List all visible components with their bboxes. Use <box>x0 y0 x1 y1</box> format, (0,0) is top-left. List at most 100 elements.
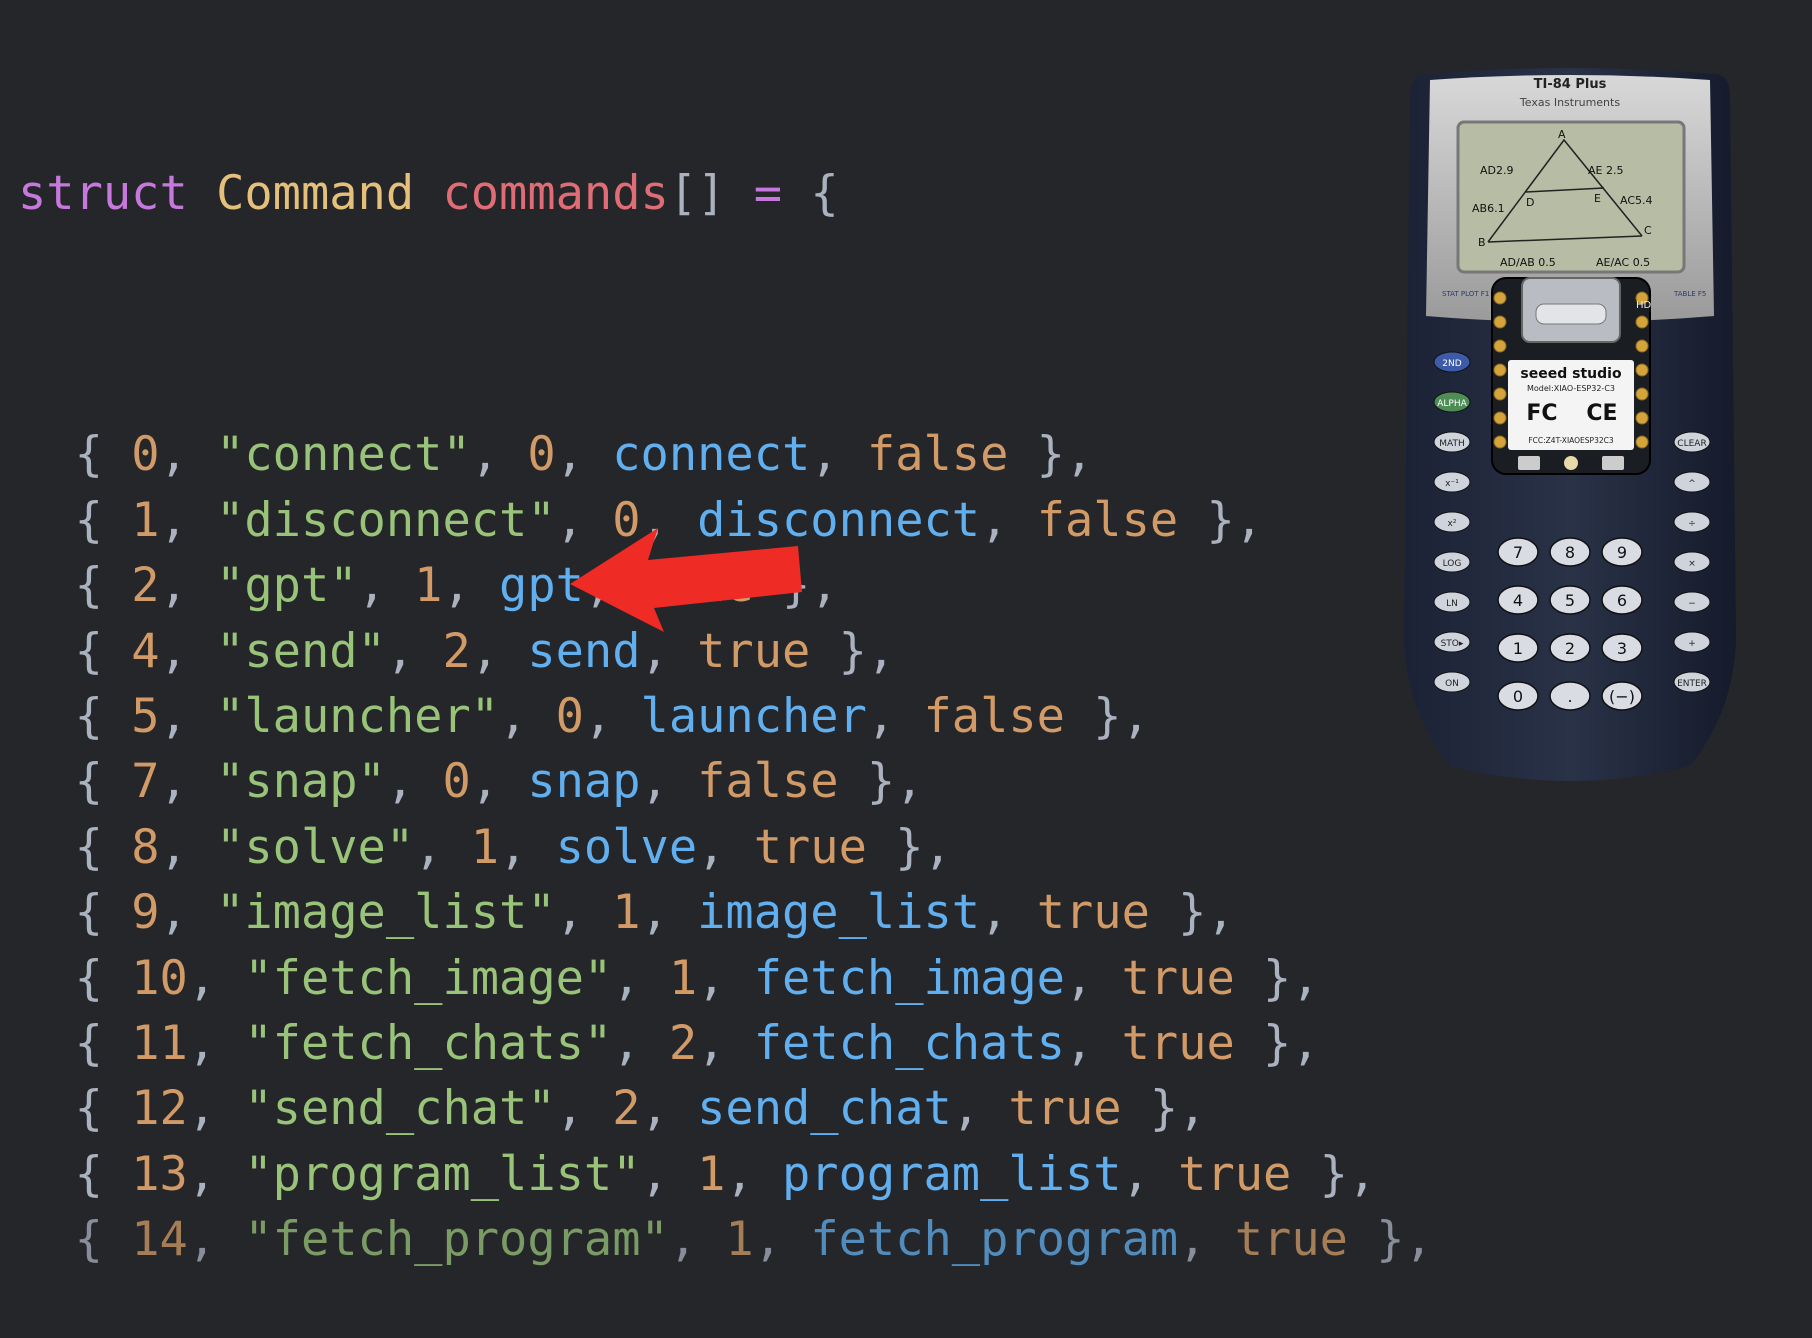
command-handler: program_list <box>782 1146 1122 1202</box>
command-id: 9 <box>131 885 160 941</box>
command-name: "gpt" <box>216 558 358 614</box>
code-punctuation: , <box>555 885 613 941</box>
code-punctuation: , <box>470 427 528 483</box>
command-name: "fetch_image" <box>244 950 613 1006</box>
gpio-pad <box>1493 291 1507 305</box>
lcd-label: AD2.9 <box>1480 164 1514 177</box>
code-punctuation: , <box>583 688 641 744</box>
code-punctuation: , <box>725 1146 783 1202</box>
command-name: "disconnect" <box>216 492 556 548</box>
code-punctuation: , <box>612 950 669 1006</box>
side-key-label: ÷ <box>1688 519 1696 529</box>
code-punctuation: , <box>640 1146 698 1202</box>
command-row: { 14, "fetch_program", 1, fetch_program,… <box>18 1207 1433 1272</box>
code-punctuation: , <box>499 688 556 744</box>
code-punctuation: , <box>810 427 867 483</box>
code-punctuation: , <box>470 623 528 679</box>
command-id: 0 <box>131 427 160 483</box>
code-punctuation: { <box>18 1146 132 1202</box>
command-row: { 11, "fetch_chats", 2, fetch_chats, tru… <box>18 1011 1433 1076</box>
keyword-struct: struct <box>18 165 188 221</box>
command-args: 1 <box>725 1212 754 1268</box>
command-row: { 12, "send_chat", 2, send_chat, true }, <box>18 1076 1433 1141</box>
number-key-label: 4 <box>1513 591 1523 610</box>
command-handler: send_chat <box>697 1081 952 1137</box>
code-punctuation: { <box>18 1212 132 1268</box>
code-punctuation: , <box>951 1081 1009 1137</box>
code-punctuation: , <box>159 688 217 744</box>
code-punctuation: , <box>1064 950 1122 1006</box>
code-punctuation: , <box>159 427 217 483</box>
command-id: 5 <box>131 688 160 744</box>
side-key-label: x⁻¹ <box>1445 479 1459 489</box>
code-punctuation: { <box>18 819 132 875</box>
command-row: { 0, "connect", 0, connect, false }, <box>18 422 1433 487</box>
code-punctuation: { <box>18 885 132 941</box>
command-row: { 8, "solve", 1, solve, true }, <box>18 815 1433 880</box>
lcd-label: AE 2.5 <box>1588 164 1623 177</box>
command-handler: image_list <box>697 885 981 941</box>
command-flag: false <box>923 688 1065 744</box>
code-punctuation: , <box>385 754 443 810</box>
number-key-label: 8 <box>1565 543 1575 562</box>
command-handler: fetch_image <box>753 950 1065 1006</box>
command-id: 12 <box>131 1081 188 1137</box>
code-punctuation: , <box>668 1212 726 1268</box>
side-key-label: CLEAR <box>1677 439 1706 449</box>
command-args: 2 <box>612 1081 641 1137</box>
side-key-label: x² <box>1448 519 1457 529</box>
code-punctuation: }, <box>1178 492 1264 548</box>
code-punctuation: , <box>159 754 217 810</box>
code-punctuation: }, <box>1008 427 1094 483</box>
lcd-label: AD/AB 0.5 <box>1500 256 1556 269</box>
code-punctuation: , <box>159 819 217 875</box>
command-name: "launcher" <box>216 688 500 744</box>
code-punctuation: , <box>555 1081 613 1137</box>
chip-fcc-id: FCC:Z4T-XIAOESP32C3 <box>1528 436 1614 445</box>
command-flag: true <box>1234 1212 1348 1268</box>
code-punctuation: , <box>980 885 1037 941</box>
side-key-label: LOG <box>1443 559 1462 569</box>
side-key-label: × <box>1688 559 1696 569</box>
gpio-pad <box>1635 411 1649 425</box>
code-punctuation: , <box>555 427 613 483</box>
command-flag: true <box>1008 1081 1122 1137</box>
code-punctuation: , <box>640 754 698 810</box>
command-flag: false <box>866 427 1009 483</box>
code-punctuation: , <box>697 819 754 875</box>
command-id: 14 <box>131 1212 188 1268</box>
arrow-icon <box>570 528 802 632</box>
code-punctuation: }, <box>1121 1081 1207 1137</box>
lcd-label: AC5.4 <box>1620 194 1653 207</box>
code-punctuation: }, <box>1149 885 1235 941</box>
code-punctuation: , <box>1178 1212 1235 1268</box>
command-row: { 9, "image_list", 1, image_list, true }… <box>18 880 1433 945</box>
command-name: "connect" <box>216 427 471 483</box>
led <box>1564 456 1578 470</box>
command-handler: launcher <box>640 688 867 744</box>
code-punctuation: { <box>18 950 132 1006</box>
side-key-label: ENTER <box>1677 679 1707 689</box>
command-flag: true <box>1178 1146 1292 1202</box>
code-punctuation: { <box>18 427 132 483</box>
left-key-column: 2ND ALPHA MATH x⁻¹ x² LOG LN STO▸ ON <box>1433 351 1471 693</box>
side-key-label: ON <box>1445 679 1459 689</box>
number-key-label: 6 <box>1617 591 1627 610</box>
model-label: TI-84 Plus <box>1534 77 1607 92</box>
command-flag: true <box>753 819 867 875</box>
code-punctuation: }, <box>810 623 896 679</box>
number-key-label: 5 <box>1565 591 1575 610</box>
table-label: TABLE F5 <box>1673 290 1706 298</box>
code-punctuation: { <box>18 623 132 679</box>
command-handler: fetch_chats <box>753 1015 1065 1071</box>
code-punctuation: { <box>18 1015 132 1071</box>
gpio-pad <box>1635 435 1649 449</box>
number-key-label: 2 <box>1565 639 1575 658</box>
brand-label: Texas Instruments <box>1519 96 1620 109</box>
gpio-pad <box>1493 387 1507 401</box>
code-punctuation: , <box>187 950 245 1006</box>
command-handler: connect <box>612 427 811 483</box>
command-name: "solve" <box>216 819 415 875</box>
code-punctuation: , <box>159 623 217 679</box>
number-key-label: 7 <box>1513 543 1523 562</box>
